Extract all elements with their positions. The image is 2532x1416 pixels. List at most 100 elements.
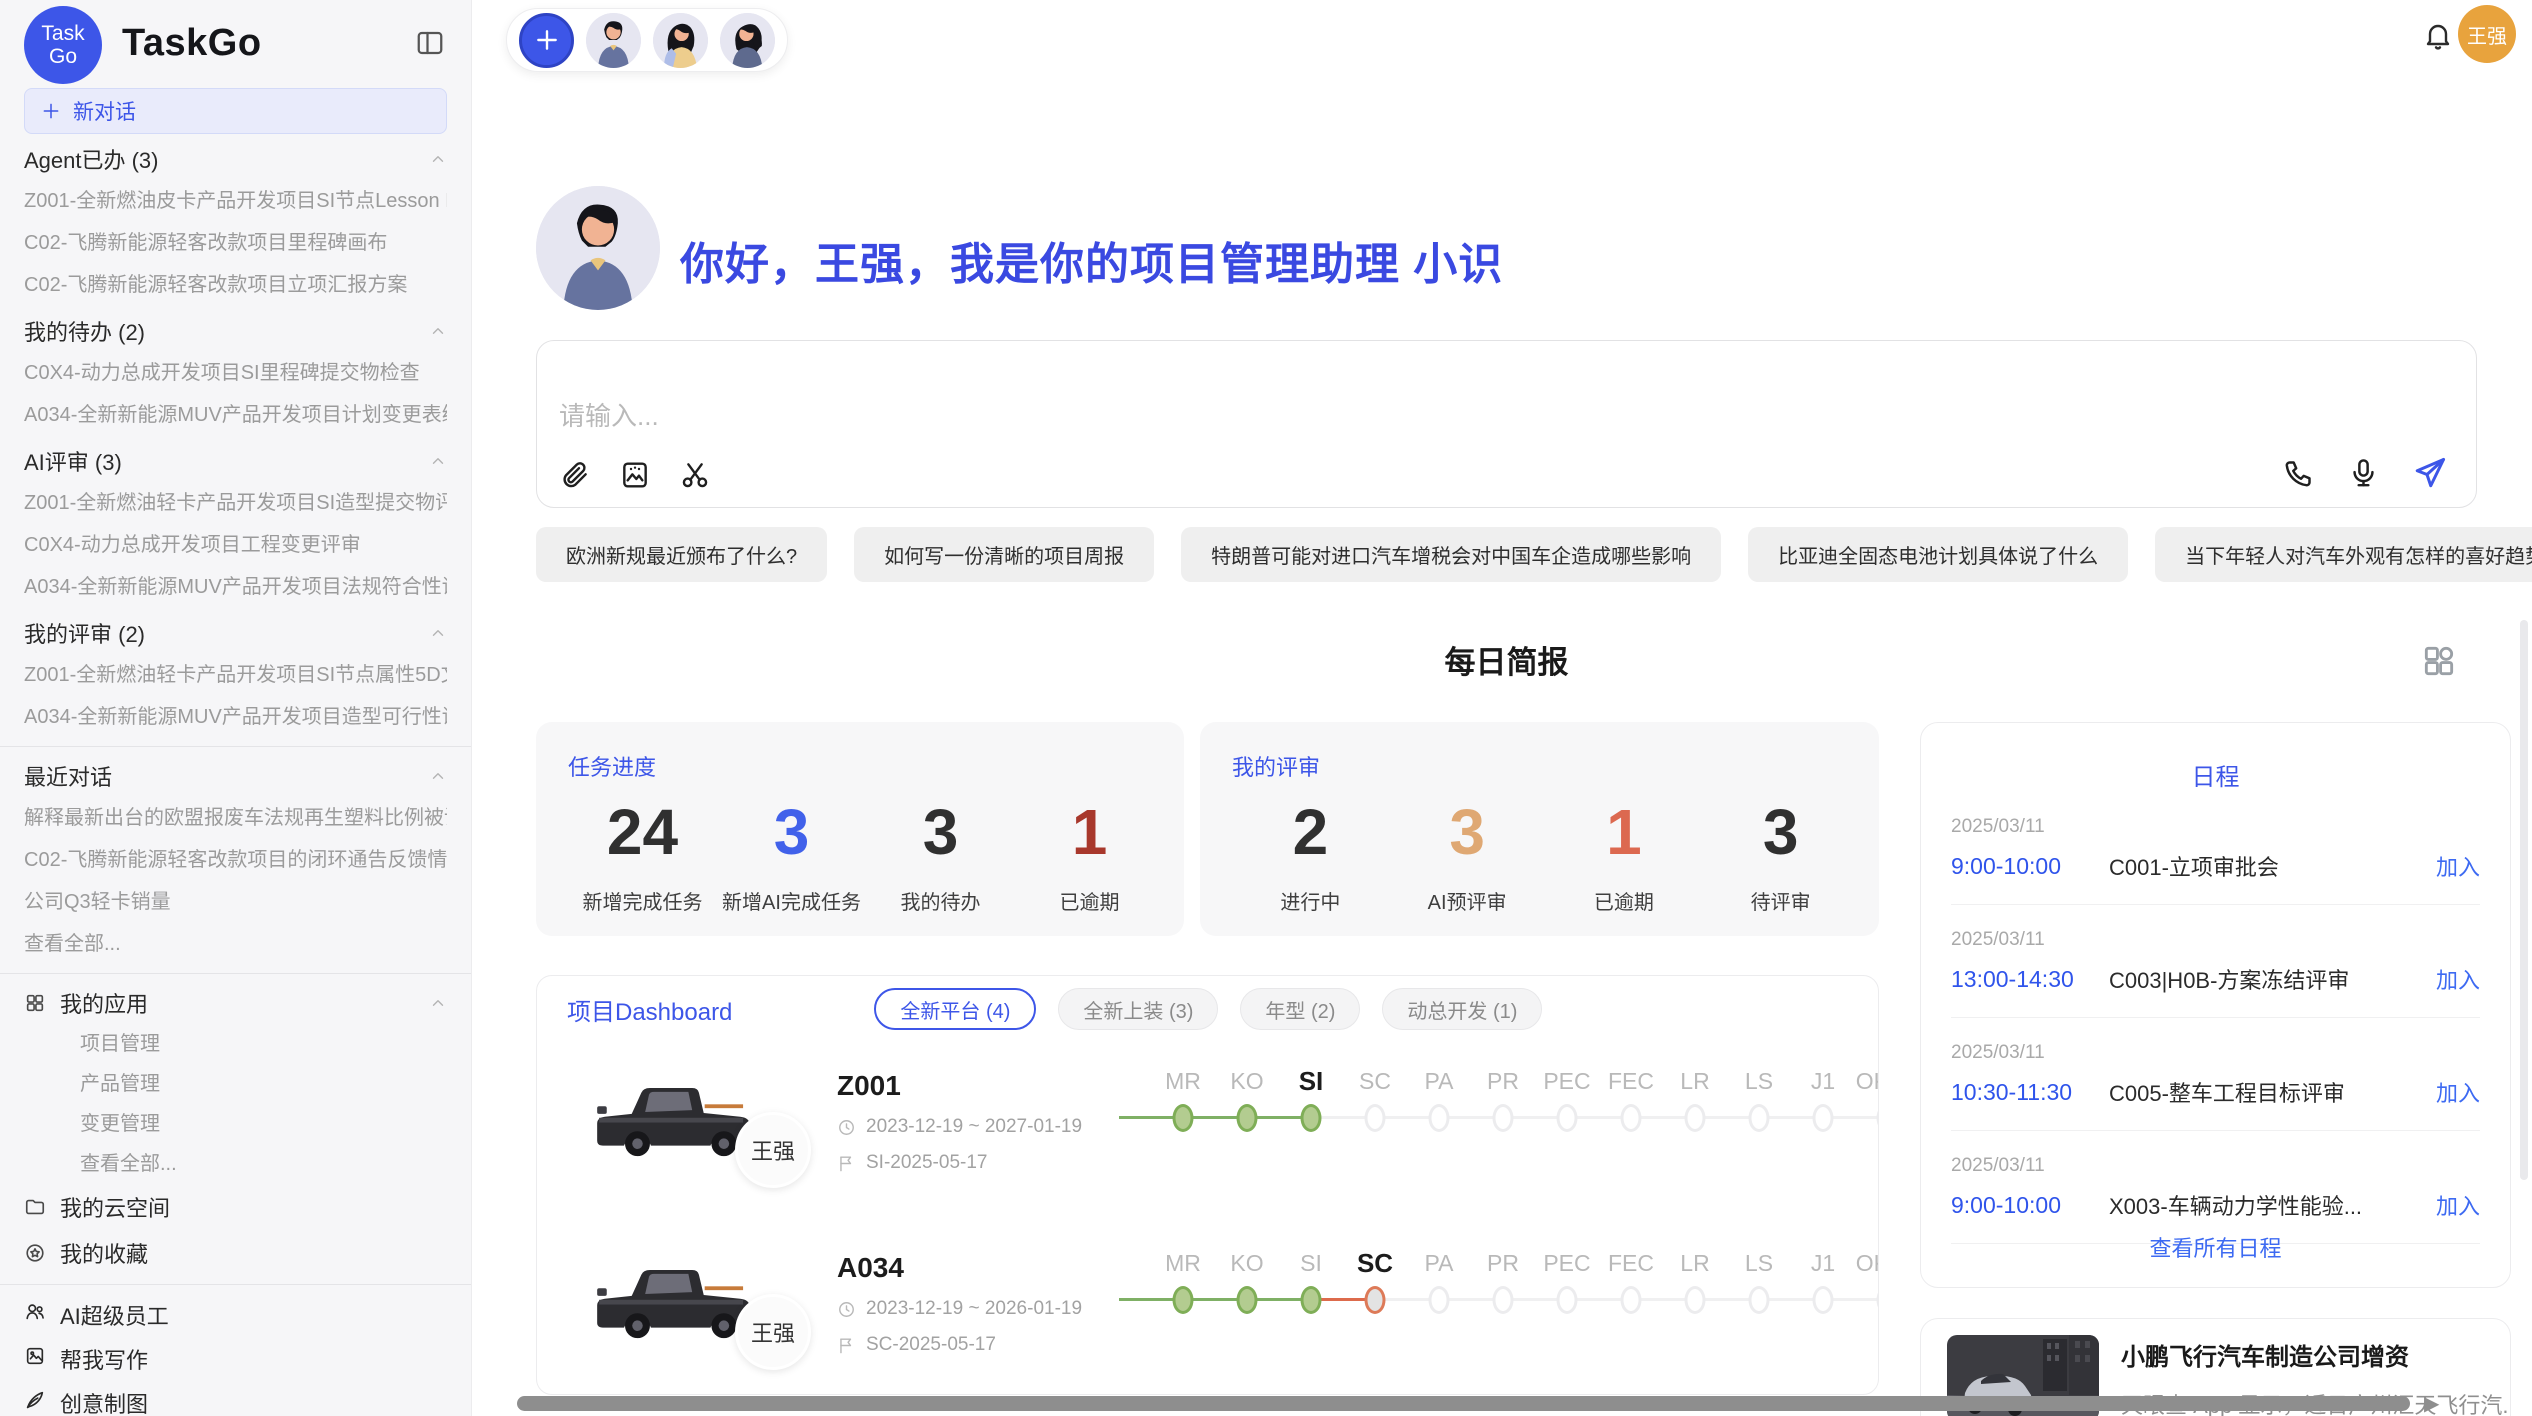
suggestion-chip[interactable]: 当下年轻人对汽车外观有怎样的喜好趋势 [2155,527,2532,582]
view-all-schedule-link[interactable]: 查看所有日程 [1921,1231,2510,1263]
app-item[interactable]: 项目管理 [24,1024,447,1064]
divider [1951,1017,2480,1018]
schedule-date: 2025/03/11 [1951,1155,2480,1177]
greeting-title: 你好，王强，我是你的项目管理助理 小识 [680,228,1503,292]
milestone-dot [1493,1286,1514,1314]
sidebar-item-cloud-space[interactable]: 我的云空间 [24,1184,447,1230]
scroll-right-arrow[interactable]: ▶ [2424,1391,2439,1416]
recent-chat-item[interactable]: 解释最新出台的欧盟报废车法规再生塑料比例被调至15%... [24,797,447,839]
add-agent-button[interactable] [519,13,574,68]
agent-avatar-2[interactable] [653,13,708,68]
sidebar: Task Go TaskGo 新对话 Agent已办 (3) Z001-全新燃油… [0,0,472,1416]
sidebar-collapse-icon[interactable] [415,28,445,63]
stat-value: 3 [1389,796,1546,868]
schedule-time: 10:30-11:30 [1951,1079,2109,1106]
sidebar-item[interactable]: C0X4-动力总成开发项目工程变更评审 [24,524,447,566]
stat-label: AI预评审 [1389,886,1546,915]
stat-label: 待评审 [1702,886,1859,915]
send-icon[interactable] [2412,455,2448,491]
chevron-up-icon[interactable] [429,150,447,168]
vertical-scrollbar-thumb[interactable] [2520,620,2528,1180]
milestone-dot [1301,1104,1322,1132]
sidebar-item[interactable]: A034-全新新能源MUV产品开发项目法规符合性评审 [24,566,447,608]
section-header-agent-done[interactable]: Agent已办 (3) [24,138,447,180]
chevron-up-icon[interactable] [429,624,447,642]
voice-call-icon[interactable] [2282,457,2315,490]
recent-chat-item[interactable]: C02-飞腾新能源轻客改款项目的闭环通告反馈情况 [24,839,447,881]
section-header-ai-review[interactable]: AI评审 (3) [24,440,447,482]
dashboard-tab[interactable]: 全新上装 (3) [1058,988,1218,1030]
sidebar-item[interactable]: C0X4-动力总成开发项目SI里程碑提交物检查 [24,352,447,394]
user-avatar[interactable]: 王强 [2458,5,2516,63]
sidebar-item[interactable]: C02-飞腾新能源轻客改款项目立项汇报方案 [24,264,447,306]
join-meeting-link[interactable]: 加入 [2436,1189,2480,1221]
dashboard-tab[interactable]: 年型 (2) [1240,988,1360,1030]
stat-label: 进行中 [1232,886,1389,915]
chevron-up-icon[interactable] [429,767,447,785]
dashboard-title: 项目Dashboard [567,992,732,1027]
project-row[interactable]: 王强 Z001 2023-12-19 ~ 2027-01-19 SI-2025-… [537,1064,1878,1212]
users-icon [24,1301,46,1323]
notification-bell-icon[interactable] [2422,20,2454,57]
agent-avatar-1[interactable] [586,13,641,68]
join-meeting-link[interactable]: 加入 [2436,963,2480,995]
sidebar-item-ai-super-staff[interactable]: AI超级员工 [24,1293,447,1337]
plus-icon [41,101,61,121]
pen-icon [24,1389,46,1411]
milestone-dot [1813,1104,1834,1132]
section-header-my-apps[interactable]: 我的应用 [24,982,447,1024]
sidebar-item[interactable]: Z001-全新燃油轻卡产品开发项目SI造型提交物评审 [24,482,447,524]
agent-avatar-3[interactable] [720,13,775,68]
milestone-label: LS [1727,1248,1791,1284]
sidebar-item[interactable]: A034-全新新能源MUV产品开发项目计划变更表编写 [24,394,447,436]
section-label: AI评审 (3) [24,445,122,477]
schedule-date: 2025/03/11 [1951,929,2480,951]
milestone-dot [1173,1104,1194,1132]
suggestion-chip[interactable]: 如何写一份清晰的项目周报 [854,527,1154,582]
milestone-label: LS [1727,1066,1791,1102]
app-item[interactable]: 产品管理 [24,1064,447,1104]
suggestion-chip[interactable]: 欧洲新规最近颁布了什么? [536,527,827,582]
schedule-title: 日程 [1921,757,2510,792]
stat-label: 已逾期 [1546,886,1703,915]
app-item[interactable]: 变更管理 [24,1104,447,1144]
milestone-label: SC [1343,1248,1407,1284]
sidebar-item[interactable]: Z001-全新燃油皮卡产品开发项目SI节点Lesson Learn报告 [24,180,447,222]
chevron-up-icon[interactable] [429,322,447,340]
sidebar-item[interactable]: A034-全新新能源MUV产品开发项目造型可行性评审 [24,696,447,738]
recent-chat-item[interactable]: 公司Q3轻卡销量 [24,881,447,923]
divider [1951,904,2480,905]
briefing-layout-grid-icon[interactable] [2420,642,2458,685]
sidebar-item-favorites[interactable]: 我的收藏 [24,1230,447,1276]
project-row[interactable]: 王强 A034 2023-12-19 ~ 2026-01-19 SC-2025-… [537,1246,1878,1394]
insert-image-icon[interactable] [619,459,651,491]
milestone-dot [1365,1104,1386,1132]
microphone-icon[interactable] [2347,457,2380,490]
chevron-up-icon[interactable] [429,994,447,1012]
sidebar-item-help-writing[interactable]: 帮我写作 [24,1337,447,1381]
sidebar-item[interactable]: Z001-全新燃油轻卡产品开发项目SI节点属性5D文件评审 [24,654,447,696]
section-header-my-review[interactable]: 我的评审 (2) [24,612,447,654]
section-header-recent-chats[interactable]: 最近对话 [24,755,447,797]
recent-chat-item[interactable]: 查看全部... [24,923,447,965]
milestone-label: FEC [1599,1066,1663,1102]
app-item[interactable]: 查看全部... [24,1144,447,1184]
milestone-cell: J1 [1791,1066,1855,1142]
join-meeting-link[interactable]: 加入 [2436,850,2480,882]
join-meeting-link[interactable]: 加入 [2436,1076,2480,1108]
attach-file-icon[interactable] [559,459,591,491]
new-chat-button[interactable]: 新对话 [24,88,447,134]
horizontal-scrollbar-thumb[interactable] [517,1396,2410,1411]
section-header-my-todo[interactable]: 我的待办 (2) [24,310,447,352]
dashboard-tab[interactable]: 全新平台 (4) [874,988,1036,1030]
chevron-up-icon[interactable] [429,452,447,470]
suggestion-chip[interactable]: 比亚迪全固态电池计划具体说了什么 [1748,527,2128,582]
dashboard-tab[interactable]: 动总开发 (1) [1382,988,1542,1030]
screenshot-scissors-icon[interactable] [679,459,711,491]
suggestion-chip[interactable]: 特朗普可能对进口汽车增税会对中国车企造成哪些影响 [1181,527,1721,582]
chat-input[interactable] [559,396,2159,446]
sidebar-item[interactable]: C02-飞腾新能源轻客改款项目里程碑画布 [24,222,447,264]
favorites-label: 我的收藏 [60,1237,148,1269]
sidebar-item-creative-drawing[interactable]: 创意制图 [24,1381,447,1416]
cloud-space-label: 我的云空间 [60,1191,170,1223]
